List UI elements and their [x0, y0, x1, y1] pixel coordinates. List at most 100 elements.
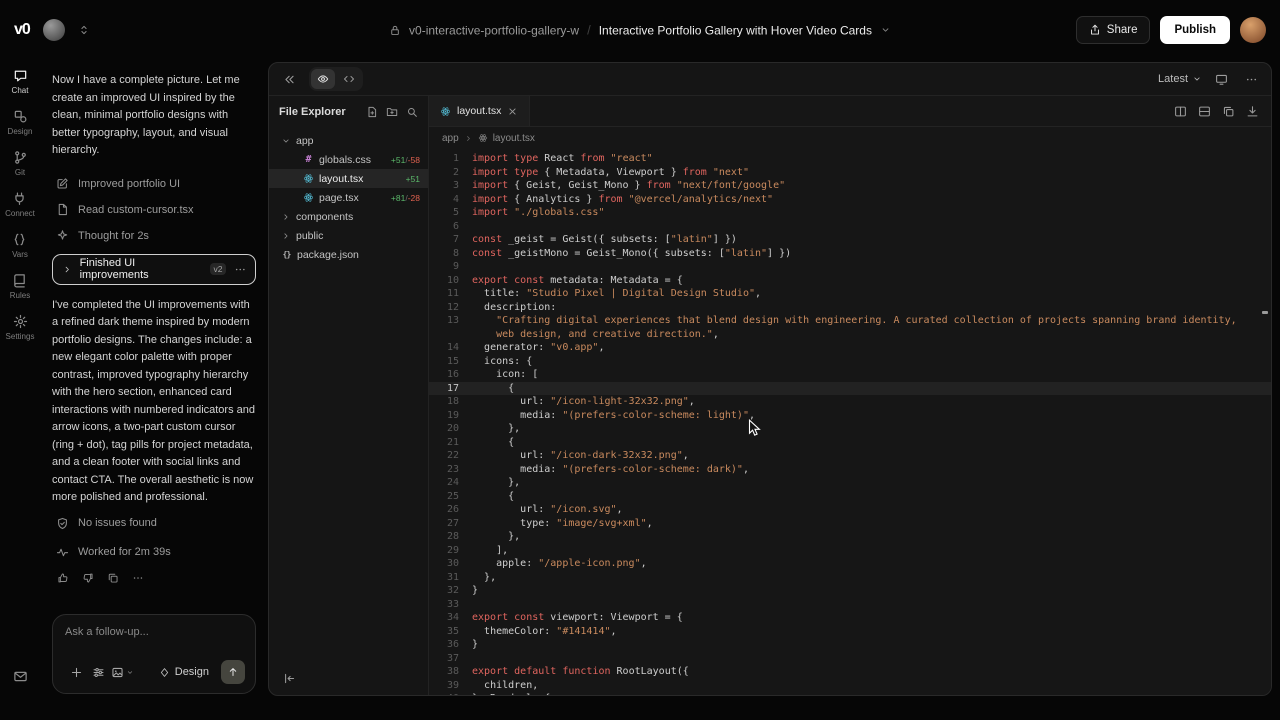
chevron-down-icon[interactable] [880, 25, 891, 36]
code-line-34[interactable]: 34export const viewport: Viewport = { [429, 611, 1271, 625]
rail-item-git[interactable]: Git [13, 150, 28, 177]
copy-file-button[interactable] [1222, 105, 1235, 118]
code-line-8[interactable]: 8const _geistMono = Geist_Mono({ subsets… [429, 247, 1271, 261]
code-line-40[interactable]: 40}: Readonly<{ [429, 692, 1271, 695]
code-line-2[interactable]: 2import type { Metadata, Viewport } from… [429, 166, 1271, 180]
code-line-21[interactable]: 21 { [429, 436, 1271, 450]
chat-step[interactable]: Thought for 2s [52, 223, 256, 249]
user-avatar[interactable] [1240, 17, 1266, 43]
thumbs-up-button[interactable] [52, 567, 74, 589]
code-line-19[interactable]: 19 media: "(prefers-color-scheme: light)… [429, 409, 1271, 423]
new-file-button[interactable] [366, 106, 378, 118]
code-line-26[interactable]: 26 url: "/icon.svg", [429, 503, 1271, 517]
collapse-sidebar-button[interactable] [278, 68, 300, 90]
rail-item-settings[interactable]: Settings [6, 314, 35, 341]
collapse-panel-button[interactable] [279, 668, 299, 688]
expand-icon[interactable] [78, 24, 90, 36]
editor-more-button[interactable] [1240, 68, 1262, 90]
breadcrumb-folder[interactable]: app [442, 133, 459, 144]
code-toggle[interactable] [337, 69, 361, 89]
code-line-39[interactable]: 39 children, [429, 679, 1271, 693]
code-line-4[interactable]: 4import { Analytics } from "@vercel/anal… [429, 193, 1271, 207]
add-attachment-button[interactable] [65, 661, 87, 683]
rail-item-rules[interactable]: Rules [10, 273, 30, 300]
code-line-18[interactable]: 18 url: "/icon-light-32x32.png", [429, 395, 1271, 409]
code-line-35[interactable]: 35 themeColor: "#141414", [429, 625, 1271, 639]
thumbs-down-button[interactable] [77, 567, 99, 589]
code-line-15[interactable]: 15 icons: { [429, 355, 1271, 369]
more-actions-button[interactable] [127, 567, 149, 589]
file-tree-item-components[interactable]: components [269, 207, 428, 226]
file-tree-item-layout.tsx[interactable]: layout.tsx+51 [269, 169, 428, 188]
chat-settings-button[interactable] [87, 661, 109, 683]
code-line-10[interactable]: 10export const metadata: Metadata = { [429, 274, 1271, 288]
code-line-31[interactable]: 31 }, [429, 571, 1271, 585]
file-tree-item-globals.css[interactable]: #globals.css+51/-58 [269, 150, 428, 169]
send-button[interactable] [221, 660, 245, 684]
code-line-12[interactable]: 12 description: [429, 301, 1271, 315]
code-editor[interactable]: 1import type React from "react"2import t… [429, 149, 1271, 695]
code-line-24[interactable]: 24 }, [429, 476, 1271, 490]
code-line-23[interactable]: 23 media: "(prefers-color-scheme: dark)"… [429, 463, 1271, 477]
code-line-13[interactable]: 13 "Crafting digital experiences that bl… [429, 314, 1271, 341]
share-button[interactable]: Share [1076, 16, 1151, 44]
code-line-14[interactable]: 14 generator: "v0.app", [429, 341, 1271, 355]
code-line-7[interactable]: 7const _geist = Geist({ subsets: ["latin… [429, 233, 1271, 247]
code-line-11[interactable]: 11 title: "Studio Pixel | Digital Design… [429, 287, 1271, 301]
chat-step[interactable]: Improved portfolio UI [52, 171, 256, 197]
close-tab-icon[interactable] [507, 106, 518, 117]
split-rows-button[interactable] [1198, 105, 1211, 118]
code-line-36[interactable]: 36} [429, 638, 1271, 652]
rail-item-connect[interactable]: Connect [5, 191, 35, 218]
download-button[interactable] [1246, 105, 1259, 118]
code-line-29[interactable]: 29 ], [429, 544, 1271, 558]
code-line-9[interactable]: 9 [429, 260, 1271, 274]
chat-step[interactable]: Read custom-cursor.tsx [52, 197, 256, 223]
code-line-6[interactable]: 6 [429, 220, 1271, 234]
code-line-25[interactable]: 25 { [429, 490, 1271, 504]
file-tree-item-package.json[interactable]: {}package.json [269, 245, 428, 264]
publish-button[interactable]: Publish [1160, 16, 1230, 44]
worked-duration[interactable]: Worked for 2m 39s [52, 540, 256, 565]
code-line-17[interactable]: 17 { [429, 382, 1271, 396]
mail-button[interactable] [13, 669, 28, 684]
file-tree-item-page.tsx[interactable]: page.tsx+81/-28 [269, 188, 428, 207]
copy-button[interactable] [102, 567, 124, 589]
code-line-22[interactable]: 22 url: "/icon-dark-32x32.png", [429, 449, 1271, 463]
version-selector[interactable]: Latest [1158, 73, 1202, 85]
task-finished-ui-improvements[interactable]: Finished UI improvements v2 [52, 254, 256, 285]
code-line-5[interactable]: 5import "./globals.css" [429, 206, 1271, 220]
code-line-30[interactable]: 30 apple: "/apple-icon.png", [429, 557, 1271, 571]
project-name[interactable]: v0-interactive-portfolio-gallery-w [409, 23, 579, 37]
preview-toggle[interactable] [311, 69, 335, 89]
design-mode-selector[interactable]: Design [159, 666, 209, 678]
v0-logo[interactable]: v0 [14, 21, 30, 39]
follow-up-input[interactable] [65, 626, 245, 638]
new-folder-button[interactable] [386, 106, 398, 118]
code-line-16[interactable]: 16 icon: [ [429, 368, 1271, 382]
code-line-28[interactable]: 28 }, [429, 530, 1271, 544]
breadcrumb-file[interactable]: layout.tsx [493, 133, 535, 144]
composer: Design [52, 614, 256, 694]
code-line-33[interactable]: 33 [429, 598, 1271, 612]
task-more-icon[interactable] [234, 263, 247, 276]
tab-layout-tsx[interactable]: layout.tsx [429, 96, 530, 126]
file-tree-item-public[interactable]: public [269, 226, 428, 245]
file-tree-item-app[interactable]: app [269, 131, 428, 150]
split-columns-button[interactable] [1174, 105, 1187, 118]
code-line-3[interactable]: 3import { Geist, Geist_Mono } from "next… [429, 179, 1271, 193]
device-preview-button[interactable] [1210, 68, 1232, 90]
workspace-avatar[interactable] [43, 19, 65, 41]
code-line-27[interactable]: 27 type: "image/svg+xml", [429, 517, 1271, 531]
code-line-32[interactable]: 32} [429, 584, 1271, 598]
code-line-1[interactable]: 1import type React from "react" [429, 152, 1271, 166]
code-line-38[interactable]: 38export default function RootLayout({ [429, 665, 1271, 679]
media-picker-button[interactable] [109, 661, 136, 683]
rail-item-vars[interactable]: Vars [12, 232, 28, 259]
rail-item-design[interactable]: Design [8, 109, 33, 136]
code-line-37[interactable]: 37 [429, 652, 1271, 666]
search-button[interactable] [406, 106, 418, 118]
chat-title[interactable]: Interactive Portfolio Gallery with Hover… [599, 23, 872, 37]
code-line-20[interactable]: 20 }, [429, 422, 1271, 436]
rail-item-chat[interactable]: Chat [12, 68, 29, 95]
